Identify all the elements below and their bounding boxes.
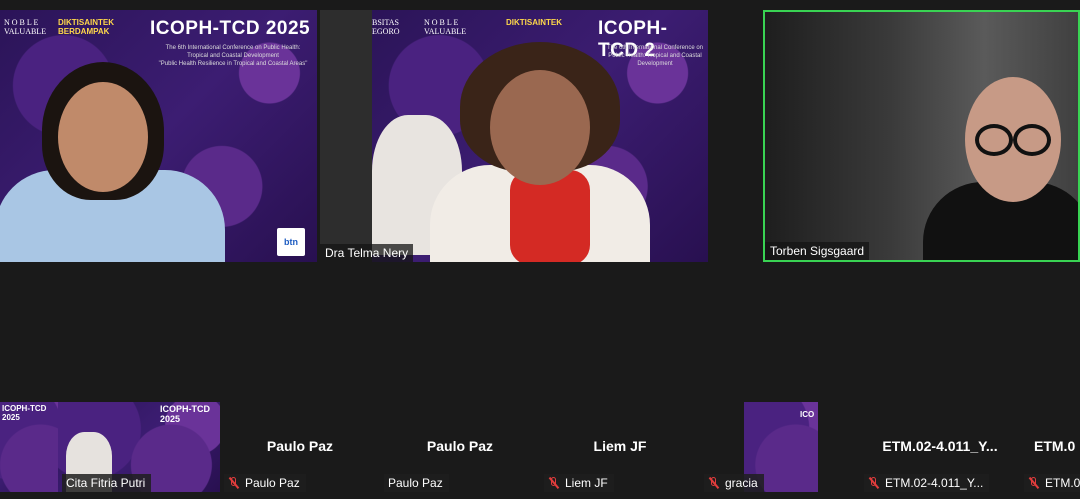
- mic-off-icon: [868, 477, 880, 489]
- video-tile-2[interactable]: BSITAS EGORO N O B L E VALUABLE DIKTISAINT…: [320, 10, 708, 262]
- thumbnail-0[interactable]: ICOPH-TCD 2025: [0, 402, 58, 492]
- thumbnail-4[interactable]: Liem JF Liem JF: [540, 402, 700, 492]
- video-tile-1[interactable]: N O B L E VALUABLE DIKTISAINTEK BERDAMPAK …: [0, 10, 317, 262]
- thumbnail-label: Paulo Paz: [224, 474, 306, 492]
- mic-off-icon: [708, 477, 720, 489]
- top-strip: [0, 0, 1080, 10]
- thumbnail-label: Liem JF: [544, 474, 614, 492]
- participant-display-name: Paulo Paz: [426, 438, 494, 454]
- participant-display-name: ETM.02-4.011_Y...: [882, 438, 998, 454]
- glasses-right: [1013, 124, 1051, 156]
- thumbnail-3[interactable]: Paulo Paz Paulo Paz: [380, 402, 540, 492]
- gallery-empty-area: [0, 262, 1080, 402]
- mic-off-icon: [228, 477, 240, 489]
- thumbnail-label: Paulo Paz: [384, 474, 449, 492]
- thumbnail-6[interactable]: ETM.02-4.011_Y... ETM.02-4.011_Y...: [860, 402, 1020, 492]
- participant-display-name: ETM.0: [1034, 438, 1076, 454]
- diktisaintek-logo: DIKTISAINTEK BERDAMPAK: [58, 18, 114, 36]
- participant-name-label: Torben Sigsgaard: [765, 242, 870, 260]
- universitas-logo: BSITAS EGORO: [372, 18, 400, 36]
- glasses-left: [975, 124, 1013, 156]
- thumbnail-label: Cita Fitria Putri: [62, 474, 152, 492]
- conference-title: ICOPH-TCD 2025: [2, 404, 47, 422]
- thumbnail-strip[interactable]: ICOPH-TCD 2025 ICOPH-TCD 2025 Cita Fitri…: [0, 402, 1080, 499]
- thumbnail-2[interactable]: Paulo Paz Paulo Paz: [220, 402, 380, 492]
- btn-logo: btn: [277, 228, 305, 256]
- thumbnail-label: ETM.02-4.011_Y...: [864, 474, 990, 492]
- thumbnail-5[interactable]: ICO gracia: [700, 402, 860, 492]
- video-tile-3-active-speaker[interactable]: Torben Sigsgaard: [763, 10, 1080, 262]
- conference-title-fragment: ICO: [800, 410, 815, 419]
- thumbnail-1[interactable]: ICOPH-TCD 2025 Cita Fitria Putri: [58, 402, 220, 492]
- diktisaintek-logo: DIKTISAINTEK: [506, 18, 562, 27]
- participant-display-name: Paulo Paz: [266, 438, 334, 454]
- conference-title: ICOPH-TCD 2025: [150, 18, 311, 39]
- thumbnail-label: gracia: [704, 474, 764, 492]
- conference-subtitle: The 6th International Conference on Publ…: [158, 45, 308, 67]
- noble-logo: N O B L E VALUABLE: [4, 18, 47, 36]
- participant-name-label: Dra Telma Nery: [320, 244, 414, 262]
- thumbnail-label: ETM.0: [1024, 474, 1080, 492]
- mic-off-icon: [548, 477, 560, 489]
- thumbnail-7[interactable]: ETM.0 ETM.0: [1020, 402, 1080, 492]
- conference-title: ICOPH-TCD 2025: [160, 404, 210, 424]
- participant-display-name: Liem JF: [593, 438, 647, 454]
- noble-logo: N O B L E VALUABLE: [424, 18, 467, 36]
- mic-off-icon: [1028, 477, 1040, 489]
- conference-subtitle: The 6th International Conference on Publ…: [606, 45, 704, 67]
